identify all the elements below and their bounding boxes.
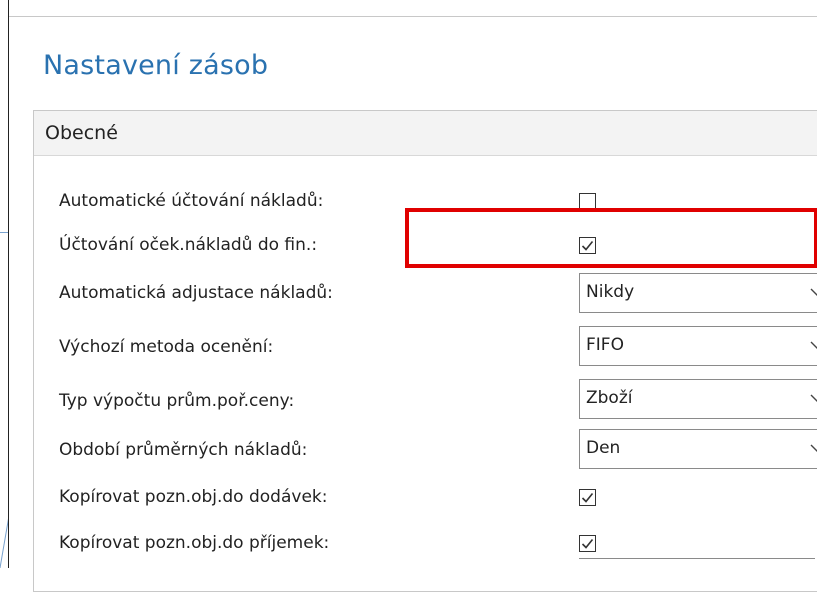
average-cost-calc-type-select[interactable]: Zboží: [579, 379, 817, 419]
check-icon: [581, 538, 594, 549]
top-divider: [9, 16, 817, 17]
select-value: Zboží: [586, 388, 633, 408]
page-title: Nastavení zásob: [43, 50, 269, 81]
copy-comments-receipts-checkbox[interactable]: [579, 535, 596, 552]
select-value: Nikdy: [586, 282, 635, 302]
chevron-down-icon: [810, 444, 817, 452]
decorative-line: [0, 232, 8, 233]
select-value: Den: [586, 438, 621, 458]
field-label: Kopírovat pozn.obj.do příjemek:: [59, 533, 330, 553]
next-field-select-partial[interactable]: [579, 558, 815, 569]
copy-comments-shipments-checkbox[interactable]: [579, 489, 596, 506]
default-costing-method-select[interactable]: FIFO: [579, 326, 817, 366]
field-label: Účtování oček.nákladů do fin.:: [59, 235, 318, 255]
field-label: Kopírovat pozn.obj.do dodávek:: [59, 487, 328, 507]
average-cost-period-select[interactable]: Den: [579, 429, 817, 469]
highlight-annotation: [405, 208, 817, 268]
check-icon: [581, 492, 594, 503]
field-label: Období průměrných nákladů:: [59, 440, 308, 460]
field-row-average-cost-period: Období průměrných nákladů: Den: [33, 429, 817, 494]
outer-margin: [0, 0, 8, 568]
chevron-down-icon: [810, 394, 817, 402]
chevron-down-icon: [810, 341, 817, 349]
fasttab-header-general[interactable]: Obecné: [34, 111, 817, 156]
field-label: Automatické účtování nákladů:: [59, 191, 324, 211]
field-label: Výchozí metoda ocenění:: [59, 337, 274, 357]
chevron-down-icon: [810, 288, 817, 296]
setup-window: Nastavení zásob Obecné Automatické účtov…: [8, 0, 817, 592]
auto-cost-adjustment-select[interactable]: Nikdy: [579, 273, 817, 313]
field-label: Typ výpočtu prům.poř.ceny:: [59, 391, 295, 411]
select-value: FIFO: [586, 335, 624, 355]
field-label: Automatická adjustace nákladů:: [59, 283, 333, 303]
